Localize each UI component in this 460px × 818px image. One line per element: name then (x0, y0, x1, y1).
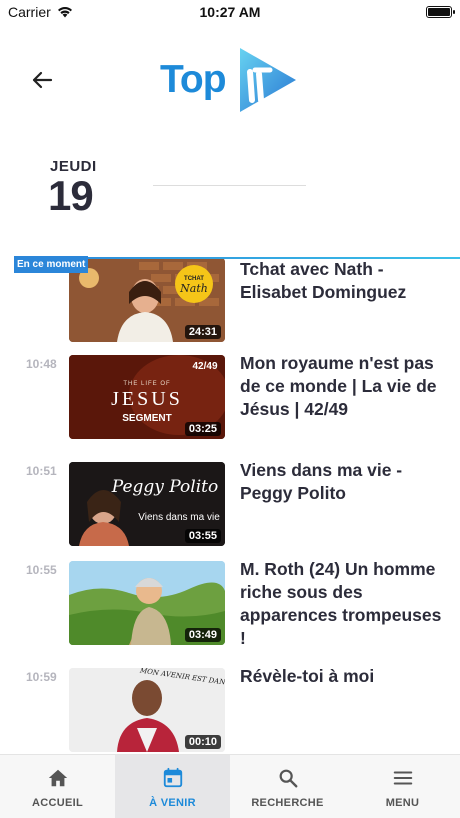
duration-badge: 03:49 (184, 628, 221, 642)
duration-badge: 03:55 (184, 529, 221, 543)
date-day-number: 19 (48, 172, 94, 219)
thumb-text-song: Viens dans ma vie (138, 512, 220, 523)
thumb-text-life-of: THE LIFE OF (123, 381, 170, 387)
program-title[interactable]: Révèle-toi à moi (240, 665, 445, 688)
duration-badge: 03:25 (184, 422, 221, 436)
thumb-text-segment: SEGMENT (122, 413, 171, 424)
tab-recherche[interactable]: RECHERCHE (230, 755, 345, 818)
tab-accueil[interactable]: ACCUEIL (0, 755, 115, 818)
toptv-logo: Top (160, 44, 305, 116)
battery-icon (426, 6, 455, 18)
program-thumbnail[interactable]: 42/49 THE LIFE OF JESUS SEGMENT 03:25 (69, 355, 225, 439)
program-thumbnail[interactable]: MON AVENIR EST DANS TES MAINS 00:10 (69, 668, 225, 752)
program-thumbnail[interactable]: Peggy Polito Viens dans ma vie 03:55 (69, 462, 225, 546)
duration-badge: 00:10 (184, 735, 221, 749)
program-time: 10:48 (26, 357, 57, 371)
menu-icon (393, 771, 412, 785)
program-title[interactable]: Viens dans ma vie - Peggy Polito (240, 459, 445, 505)
now-badge: En ce moment (14, 256, 89, 273)
tab-label: MENU (385, 797, 420, 809)
duration-badge: 24:31 (184, 325, 221, 339)
program-time: 10:51 (26, 464, 57, 478)
logo-text: Top (160, 58, 227, 101)
back-button[interactable] (28, 66, 56, 94)
thumb-text-jesus: JESUS (111, 388, 183, 410)
status-time: 10:27 AM (199, 4, 261, 20)
thumb-text-artist: Peggy Polito (111, 477, 218, 497)
search-icon (279, 769, 297, 788)
program-title[interactable]: Tchat avec Nath - Elisabet Dominguez (240, 258, 445, 304)
tab-label: À VENIR (149, 797, 196, 809)
status-bar: Carrier 10:27 AM (0, 0, 460, 24)
thumb-text-nath: Nath (179, 282, 208, 295)
date-divider (153, 185, 306, 186)
program-time: 10:55 (26, 563, 57, 577)
calendar-icon (163, 767, 182, 788)
arrow-left-icon (32, 71, 53, 89)
program-thumbnail[interactable]: 03:49 (69, 561, 225, 645)
program-thumbnail[interactable]: TCHAT Nath 24:31 (69, 258, 225, 342)
tab-menu[interactable]: MENU (345, 755, 460, 818)
program-time: 10:59 (26, 670, 57, 684)
program-title[interactable]: M. Roth (24) Un homme riche sous des app… (240, 558, 445, 650)
thumb-text-episode: 42/49 (192, 361, 217, 372)
program-title[interactable]: Mon royaume n'est pas de ce monde | La v… (240, 352, 445, 421)
home-icon (48, 769, 67, 787)
tab-bar: ACCUEIL À VENIR RECHERCHE MENU (0, 754, 460, 818)
tab-a-venir[interactable]: À VENIR (115, 755, 230, 818)
tab-label: ACCUEIL (32, 797, 83, 809)
play-logo-icon (240, 48, 296, 112)
program-list[interactable]: TCHAT Nath 24:31 Tchat avec Nath - Elisa… (0, 258, 460, 754)
tab-label: RECHERCHE (251, 797, 324, 809)
